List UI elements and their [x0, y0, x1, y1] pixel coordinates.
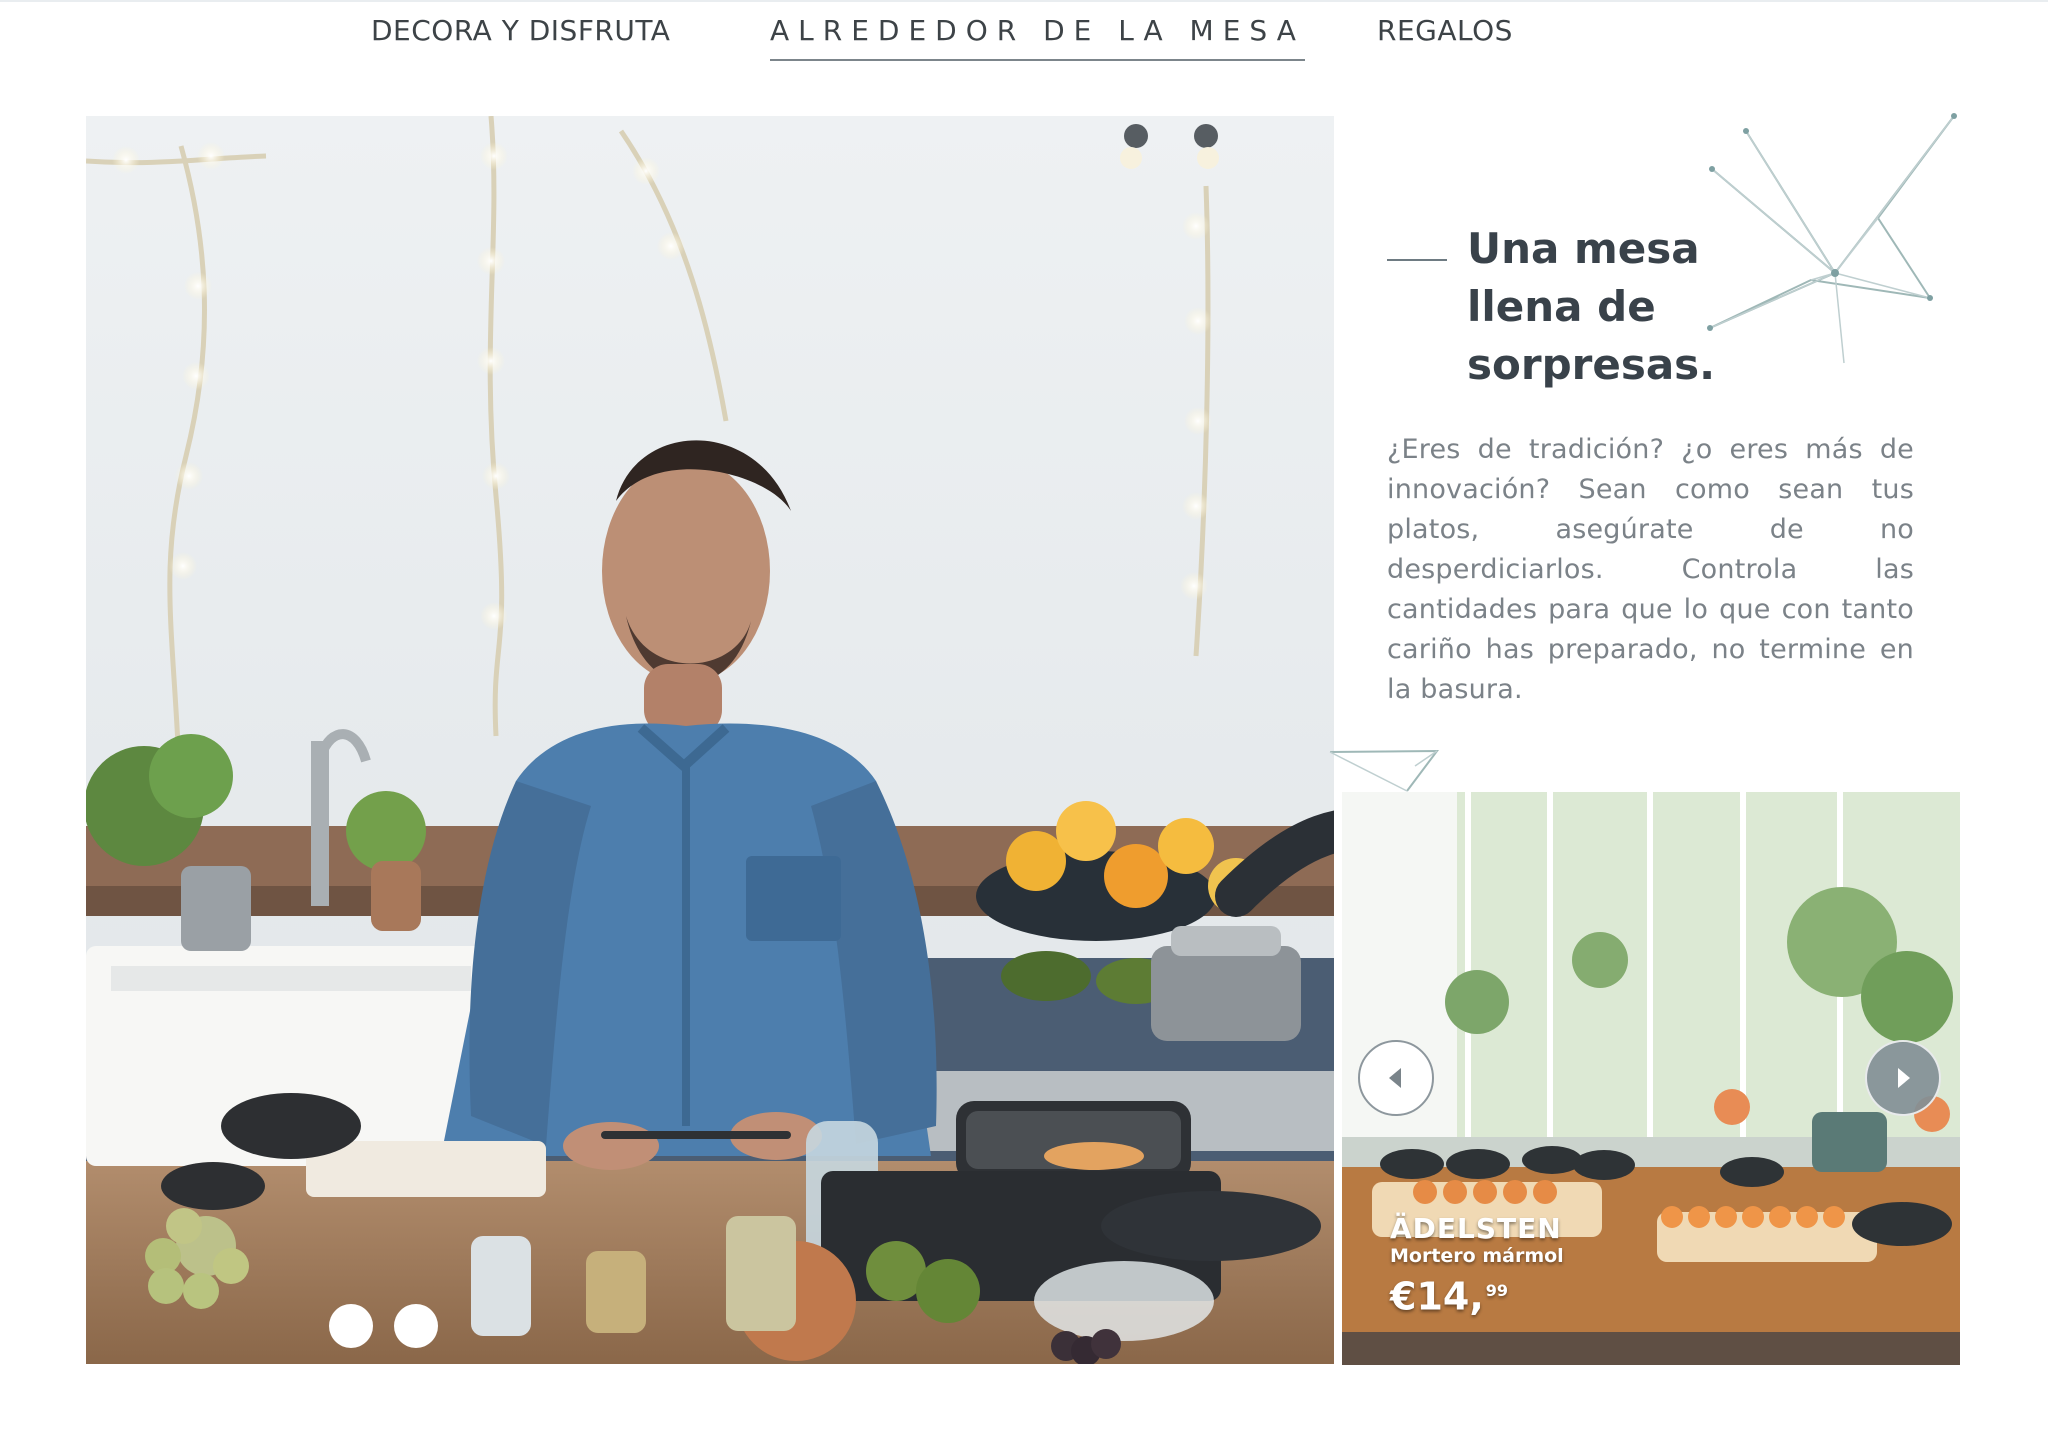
arrow-right-icon [1898, 1068, 1910, 1088]
product-overlay: ÄDELSTEN Mortero mármol €14, 99 [1390, 1214, 1564, 1317]
top-navigation: DECORA Y DISFRUTA ALREDEDOR DE LA MESA R… [0, 0, 2048, 70]
section-body-text: ¿Eres de tradición? ¿o eres más de innov… [1387, 434, 1914, 705]
product-name: ÄDELSTEN [1390, 1212, 1562, 1245]
heading-rule [1387, 259, 1447, 261]
decorative-star-fragment [1329, 749, 1440, 792]
carousel-prev-button[interactable] [1358, 1040, 1434, 1116]
arrow-left-icon [1389, 1068, 1401, 1088]
tab-alrededor-de-la-mesa[interactable]: ALREDEDOR DE LA MESA [770, 14, 1305, 61]
heading-line-2: llena de sorpresas. [1467, 282, 1716, 389]
product-price: €14, 99 [1390, 1271, 1564, 1317]
kitchen-hero-image [86, 116, 1334, 1364]
section-heading: Una mesa llena de sorpresas. [1387, 220, 1914, 394]
product-description: Mortero mármol [1390, 1245, 1564, 1267]
carousel-next-button[interactable] [1865, 1040, 1941, 1116]
product-price-cents: 99 [1485, 1281, 1509, 1300]
product-price-main: €14, [1390, 1274, 1484, 1319]
tab-regalos[interactable]: REGALOS [1377, 14, 1513, 47]
intro-text-block: Una mesa llena de sorpresas. ¿Eres de tr… [1387, 220, 1914, 737]
heading-line-1: Una mesa [1467, 224, 1700, 273]
tab-decora-y-disfruta[interactable]: DECORA Y DISFRUTA [371, 14, 670, 47]
